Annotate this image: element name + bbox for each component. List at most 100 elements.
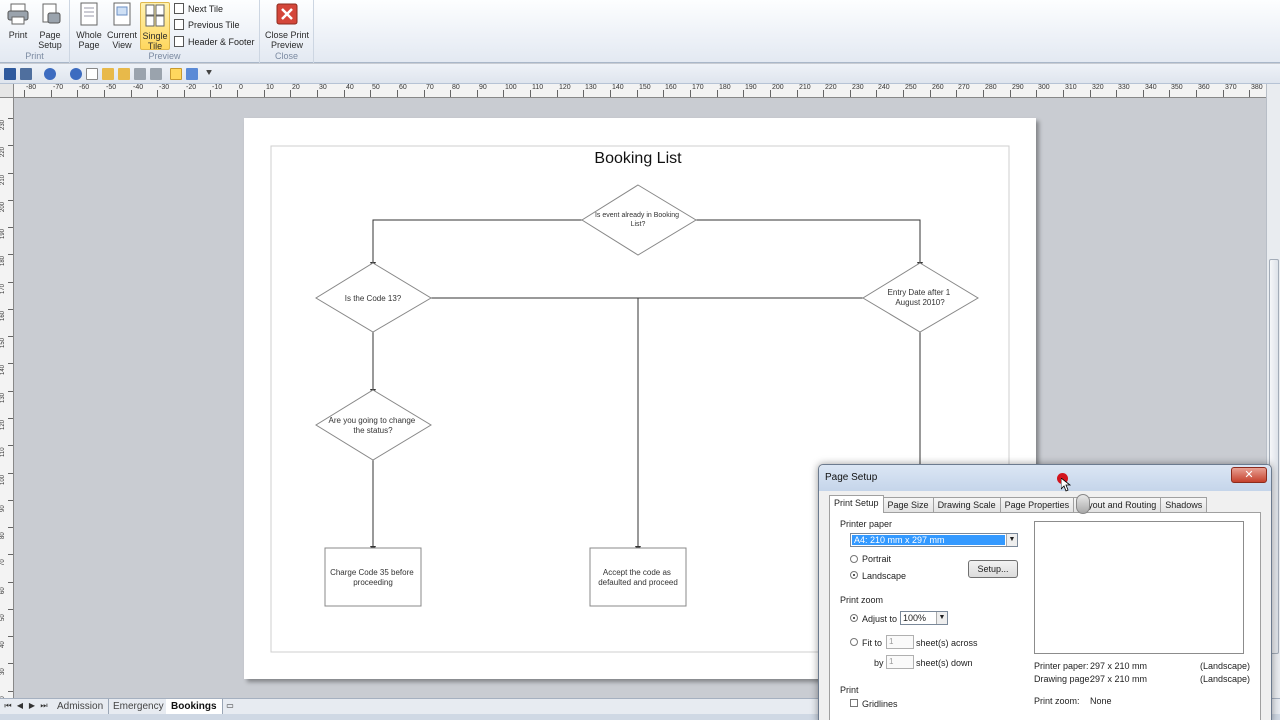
printer-icon bbox=[7, 3, 29, 25]
save-as-icon[interactable] bbox=[20, 68, 32, 80]
connector-top-right[interactable] bbox=[696, 219, 921, 263]
fit-to-radio[interactable] bbox=[850, 638, 858, 646]
tab-shadows[interactable]: Shadows bbox=[1160, 497, 1208, 513]
gridlines-checkbox[interactable] bbox=[850, 699, 858, 707]
ruler-tick bbox=[1169, 90, 1170, 97]
fit-across-input[interactable]: 1 bbox=[886, 635, 914, 649]
landscape-radio[interactable] bbox=[850, 571, 858, 579]
tab-drawing-scale[interactable]: Drawing Scale bbox=[932, 497, 1001, 513]
process-box-1[interactable] bbox=[324, 547, 422, 607]
paper-size-select[interactable]: A4: 210 mm x 297 mm ▼ bbox=[850, 533, 1018, 547]
header-footer-button[interactable]: Header & Footer bbox=[174, 34, 255, 49]
save-icon[interactable] bbox=[4, 68, 16, 80]
tab-print-setup[interactable]: Print Setup bbox=[829, 495, 884, 513]
quick-print-icon[interactable] bbox=[150, 68, 162, 80]
page-setup-button[interactable]: Page Setup bbox=[34, 2, 66, 50]
ruler-tick-label: 340 bbox=[1145, 84, 1157, 91]
tab-page-size[interactable]: Page Size bbox=[882, 497, 934, 513]
decision-top[interactable] bbox=[581, 184, 697, 256]
ruler-tick-label: 10 bbox=[266, 84, 274, 91]
ruler-tick-label: 40 bbox=[0, 641, 6, 648]
by-label: by bbox=[874, 658, 884, 668]
connector-top-left[interactable] bbox=[372, 219, 582, 263]
ruler-tick-label: 140 bbox=[0, 364, 6, 375]
open-icon[interactable] bbox=[102, 68, 114, 80]
previous-tile-button[interactable]: Previous Tile bbox=[174, 17, 240, 32]
whole-page-button[interactable]: Whole Page bbox=[74, 2, 104, 50]
chevron-down-icon[interactable]: ▼ bbox=[1006, 534, 1017, 546]
undo-icon[interactable] bbox=[44, 68, 56, 80]
ruler-tick-label: 280 bbox=[985, 84, 997, 91]
ruler-tick-label: 140 bbox=[612, 84, 624, 91]
ruler-tick bbox=[503, 90, 504, 97]
folder-icon[interactable] bbox=[118, 68, 130, 80]
ruler-tick-label: 40 bbox=[346, 84, 354, 91]
ruler-tick-label: -70 bbox=[53, 84, 64, 91]
decision-left-label: Is the Code 13? bbox=[345, 294, 402, 303]
ruler-tick-label: 60 bbox=[0, 587, 6, 594]
process-box-2[interactable] bbox=[589, 547, 687, 607]
page-setup-icon bbox=[42, 3, 61, 24]
next-tile-button[interactable]: Next Tile bbox=[174, 1, 223, 16]
last-sheet-icon[interactable]: ⏭ bbox=[39, 701, 49, 711]
print-button[interactable]: Print bbox=[4, 2, 32, 40]
ruler-tick-label: -30 bbox=[159, 84, 170, 91]
current-view-label-1: Current bbox=[106, 30, 137, 40]
decision-mid[interactable] bbox=[315, 389, 432, 461]
ruler-tick-label: -50 bbox=[106, 84, 117, 91]
page-setup-label-1: Page bbox=[39, 30, 61, 40]
ruler-tick-label: 230 bbox=[852, 84, 864, 91]
portrait-label: Portrait bbox=[862, 554, 892, 564]
ruler-tick-label: 220 bbox=[825, 84, 837, 91]
close-print-preview-button[interactable]: Close Print Preview bbox=[262, 2, 312, 50]
customize-dropdown-icon[interactable] bbox=[206, 70, 212, 76]
drag-handle[interactable] bbox=[1076, 494, 1090, 514]
zoom-select[interactable]: 100% ▼ bbox=[900, 611, 948, 625]
portrait-radio[interactable] bbox=[850, 555, 858, 563]
sheet-tab-emergency[interactable]: Emergency bbox=[108, 699, 170, 714]
print-zoom-label: Print zoom bbox=[840, 595, 884, 605]
sheet-tab-bookings[interactable]: Bookings bbox=[166, 699, 223, 714]
current-view-button[interactable]: Current View bbox=[106, 2, 138, 50]
insert-sheet-icon[interactable]: ▭ bbox=[224, 701, 236, 711]
new-icon[interactable] bbox=[86, 68, 98, 80]
print-preview-active-icon[interactable] bbox=[170, 68, 182, 80]
ruler-tick-label: 150 bbox=[639, 84, 651, 91]
mouse-cursor-icon bbox=[1061, 478, 1071, 492]
close-group-label: Close bbox=[274, 51, 298, 61]
prev-sheet-icon[interactable]: ◀ bbox=[15, 701, 25, 711]
print-preview-icon[interactable] bbox=[134, 68, 146, 80]
zoom-chevron-down-icon[interactable]: ▼ bbox=[936, 612, 947, 624]
ruler-tick bbox=[1143, 90, 1144, 97]
ruler-tick-label: 0 bbox=[239, 84, 243, 91]
ruler-tick bbox=[1010, 90, 1011, 97]
single-tile-button[interactable]: Single Tile bbox=[140, 2, 170, 51]
dialog-title-bar[interactable]: Page Setup ✕ bbox=[819, 465, 1271, 491]
print-zoom-info-label: Print zoom: bbox=[1034, 696, 1080, 706]
ruler-tick bbox=[317, 90, 318, 97]
setup-button[interactable]: Setup... bbox=[968, 560, 1018, 578]
ruler-tick-label: 110 bbox=[0, 447, 6, 457]
print-label: Print bbox=[8, 30, 28, 40]
decision-right-label: Entry Date after 1 August 2010? bbox=[888, 288, 953, 307]
ruler-tick bbox=[237, 90, 238, 97]
ruler-tick-label: 310 bbox=[1065, 84, 1077, 91]
tab-page-properties[interactable]: Page Properties bbox=[999, 497, 1075, 513]
whole-page-icon bbox=[80, 2, 98, 26]
drawing-page-info-value: 297 x 210 mm bbox=[1090, 674, 1148, 684]
spelling-icon[interactable] bbox=[186, 68, 198, 80]
dialog-close-button[interactable]: ✕ bbox=[1231, 467, 1267, 483]
ruler-tick-label: 200 bbox=[772, 84, 784, 91]
next-sheet-icon[interactable]: ▶ bbox=[27, 701, 37, 711]
adjust-to-radio[interactable] bbox=[850, 614, 858, 622]
quick-access-toolbar bbox=[0, 64, 1280, 84]
redo-icon[interactable] bbox=[70, 68, 82, 80]
sheet-tab-admission[interactable]: Admission bbox=[52, 699, 110, 714]
ruler-tick bbox=[290, 90, 291, 97]
ruler-tick-label: 170 bbox=[0, 283, 6, 294]
fit-down-input[interactable]: 1 bbox=[886, 655, 914, 669]
page-setup-dialog[interactable]: Page Setup ✕ Print Setup Page Size Drawi… bbox=[818, 464, 1272, 720]
ruler-tick bbox=[131, 90, 132, 97]
horizontal-ruler: -80 -70 -60 -50 -40 -30 -20 -10 0 10 20 30 40 50 60 70 8… bbox=[14, 84, 1266, 98]
first-sheet-icon[interactable]: ⏮ bbox=[3, 701, 13, 711]
